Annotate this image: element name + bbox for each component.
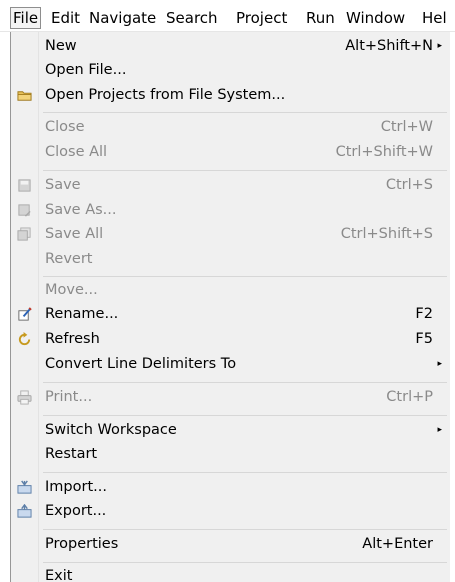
menu-item-label: Switch Workspace bbox=[45, 422, 177, 438]
menu-item-label: Open Projects from File System... bbox=[45, 87, 286, 103]
menu-edit[interactable]: Edit bbox=[51, 8, 80, 30]
menu-separator bbox=[43, 382, 447, 383]
menu-item-save[interactable]: Save Ctrl+S bbox=[11, 175, 451, 196]
menu-item-label: Rename... bbox=[45, 306, 119, 322]
save-all-icon bbox=[17, 227, 31, 241]
menu-item-shortcut: Ctrl+P bbox=[386, 389, 433, 405]
menu-item-label: Open File... bbox=[45, 62, 127, 78]
menu-separator bbox=[43, 415, 447, 416]
menu-item-shortcut: Alt+Shift+N bbox=[345, 38, 433, 54]
menu-item-exit[interactable]: Exit bbox=[11, 566, 451, 582]
menu-item-shortcut: Alt+Enter bbox=[362, 536, 433, 552]
menu-separator bbox=[43, 112, 447, 113]
menu-item-export[interactable]: Export... bbox=[11, 501, 451, 522]
menu-item-label: Print... bbox=[45, 389, 93, 405]
menu-item-shortcut: Ctrl+W bbox=[380, 119, 433, 135]
refresh-icon bbox=[18, 332, 31, 346]
menu-item-label: Save All bbox=[45, 226, 104, 242]
menu-item-save-all[interactable]: Save All Ctrl+Shift+S bbox=[11, 224, 451, 245]
menu-help[interactable]: Hel bbox=[422, 8, 447, 30]
menu-item-label: Save As... bbox=[45, 202, 117, 218]
menu-run[interactable]: Run bbox=[306, 8, 335, 30]
menu-item-shortcut: Ctrl+Shift+W bbox=[335, 144, 433, 160]
menu-item-import[interactable]: Import... bbox=[11, 477, 451, 498]
menu-file[interactable]: File bbox=[10, 7, 42, 29]
menu-item-save-as[interactable]: Save As... bbox=[11, 200, 451, 221]
menu-item-label: Exit bbox=[45, 568, 73, 582]
menu-item-label: Refresh bbox=[45, 331, 100, 347]
menu-item-open-projects[interactable]: Open Projects from File System... bbox=[11, 85, 451, 106]
menu-item-shortcut: F5 bbox=[415, 331, 433, 347]
menu-item-close[interactable]: Close Ctrl+W bbox=[11, 117, 451, 138]
menu-item-shortcut: Ctrl+S bbox=[385, 177, 433, 193]
rename-icon bbox=[18, 307, 32, 321]
menu-item-switch-workspace[interactable]: Switch Workspace ▸ bbox=[11, 420, 451, 441]
menu-item-rename[interactable]: Rename... F2 bbox=[11, 304, 451, 325]
menu-separator bbox=[43, 472, 447, 473]
menu-item-label: New bbox=[45, 38, 77, 54]
menu-item-shortcut: F2 bbox=[415, 306, 433, 322]
menu-item-label: Import... bbox=[45, 479, 107, 495]
menu-window[interactable]: Window bbox=[346, 8, 405, 30]
export-icon bbox=[17, 504, 32, 518]
menu-search[interactable]: Search bbox=[166, 8, 218, 30]
menu-item-print[interactable]: Print... Ctrl+P bbox=[11, 387, 451, 408]
menu-navigate[interactable]: Navigate bbox=[89, 8, 156, 30]
menu-bar: File Edit Navigate Search Project Run Wi… bbox=[0, 0, 455, 32]
save-as-icon bbox=[18, 204, 31, 217]
menu-item-label: Revert bbox=[45, 251, 93, 267]
menu-item-move[interactable]: Move... bbox=[11, 280, 451, 301]
menu-item-close-all[interactable]: Close All Ctrl+Shift+W bbox=[11, 142, 451, 163]
menu-separator bbox=[43, 529, 447, 530]
submenu-arrow-icon: ▸ bbox=[437, 41, 442, 51]
menu-item-label: Close All bbox=[45, 144, 108, 160]
menu-item-label: Close bbox=[45, 119, 85, 135]
menu-item-label: Properties bbox=[45, 536, 119, 552]
menu-item-label: Save bbox=[45, 177, 81, 193]
menu-item-revert[interactable]: Revert bbox=[11, 249, 451, 270]
print-icon bbox=[17, 390, 32, 405]
menu-separator bbox=[43, 562, 447, 563]
save-icon bbox=[18, 179, 31, 192]
import-icon bbox=[17, 480, 32, 494]
menu-item-label: Convert Line Delimiters To bbox=[45, 356, 237, 372]
menu-project[interactable]: Project bbox=[236, 8, 287, 30]
menu-item-convert-line-delimiters[interactable]: Convert Line Delimiters To ▸ bbox=[11, 354, 451, 375]
menu-item-label: Export... bbox=[45, 503, 107, 519]
menu-item-properties[interactable]: Properties Alt+Enter bbox=[11, 534, 451, 555]
menu-item-open-file[interactable]: Open File... bbox=[11, 60, 451, 81]
menu-item-refresh[interactable]: Refresh F5 bbox=[11, 329, 451, 350]
menu-item-restart[interactable]: Restart bbox=[11, 444, 451, 465]
submenu-arrow-icon: ▸ bbox=[437, 425, 442, 435]
menu-item-new[interactable]: New Alt+Shift+N ▸ bbox=[11, 36, 451, 57]
submenu-arrow-icon: ▸ bbox=[437, 359, 442, 369]
menu-separator bbox=[43, 276, 447, 277]
folder-icon bbox=[17, 91, 32, 101]
menu-item-label: Restart bbox=[45, 446, 98, 462]
menu-separator bbox=[43, 170, 447, 171]
menu-item-shortcut: Ctrl+Shift+S bbox=[340, 226, 433, 242]
menu-item-label: Move... bbox=[45, 282, 98, 298]
file-menu-dropdown: New Alt+Shift+N ▸ Open File... Open Proj… bbox=[10, 32, 450, 582]
